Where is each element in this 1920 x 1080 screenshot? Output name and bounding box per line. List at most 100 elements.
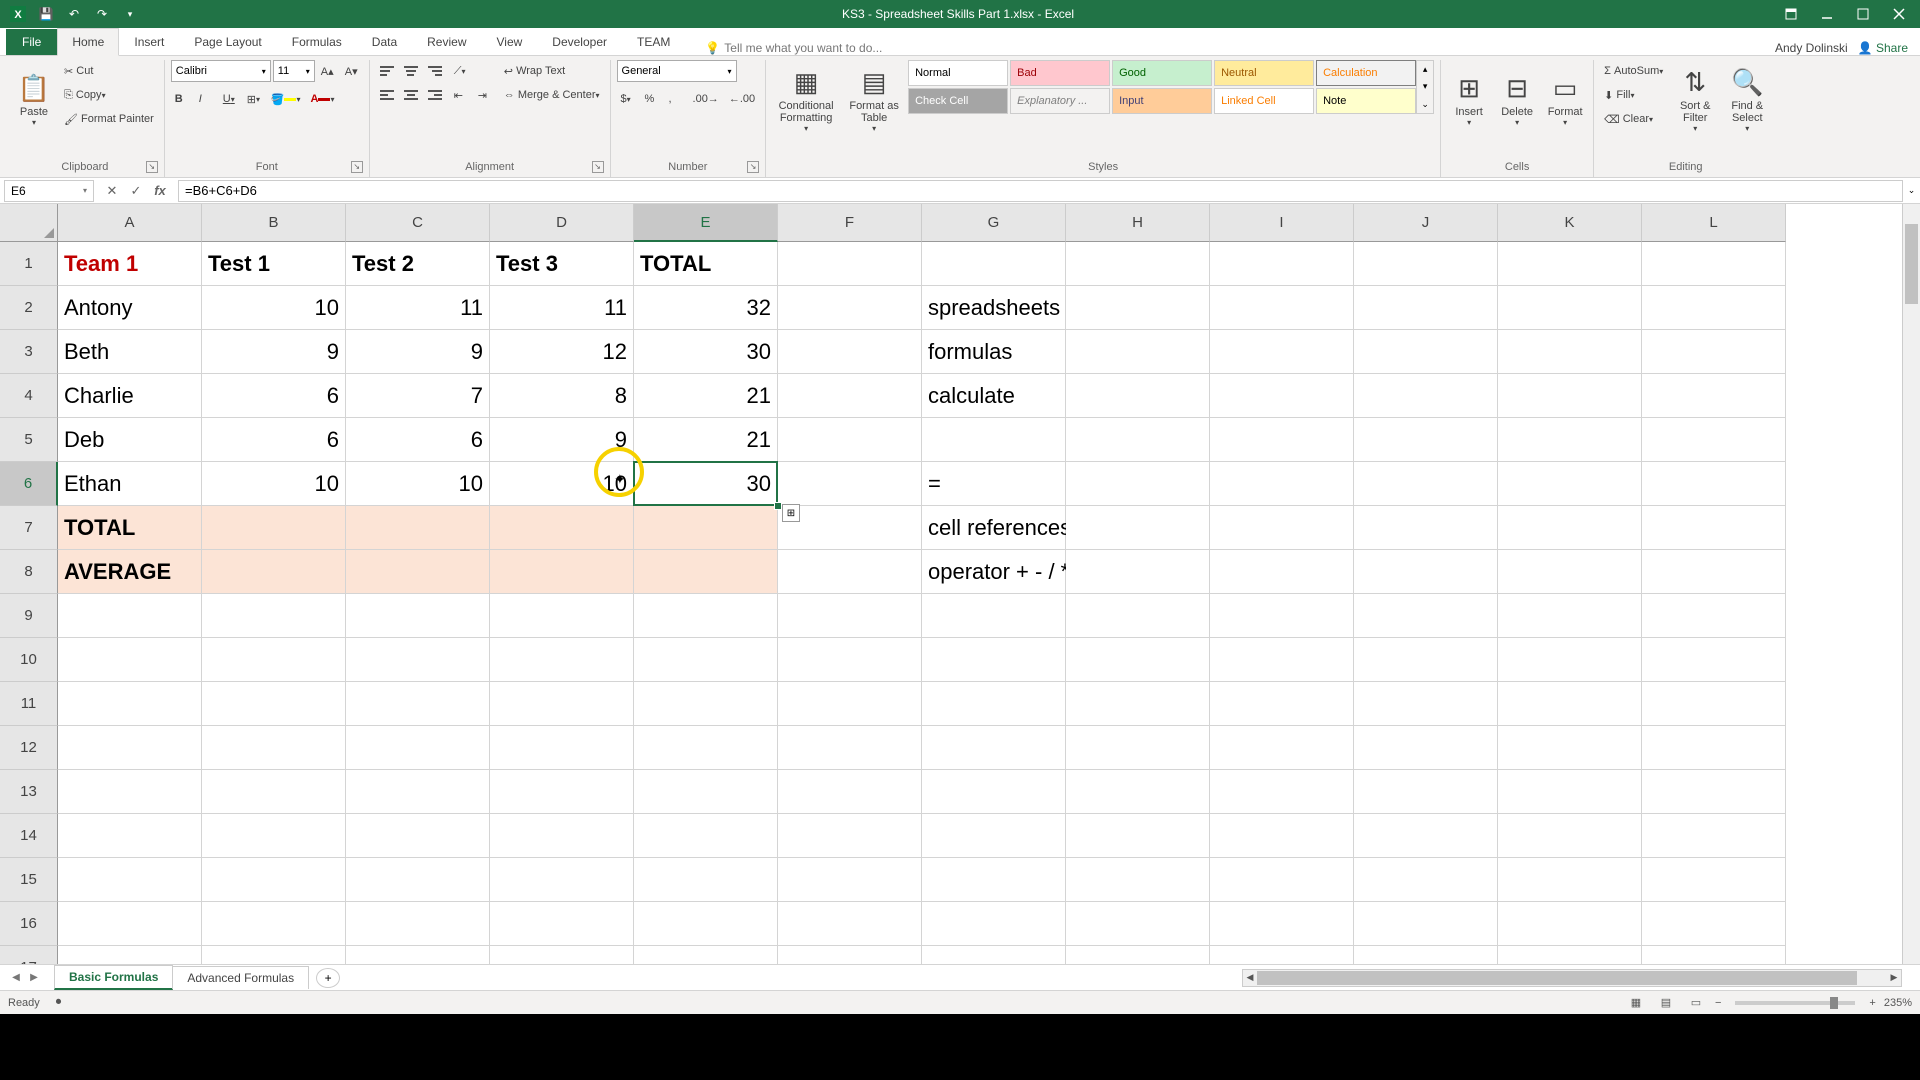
sort-filter-button[interactable]: ⇅Sort & Filter▾ xyxy=(1671,60,1719,140)
spreadsheet-grid[interactable]: ABCDEFGHIJKL 1234567891011121314151617 T… xyxy=(0,204,1920,964)
cell-K10[interactable] xyxy=(1498,638,1642,682)
tab-developer[interactable]: Developer xyxy=(537,28,622,55)
cell-G11[interactable] xyxy=(922,682,1066,726)
cell-E15[interactable] xyxy=(634,858,778,902)
cell-H15[interactable] xyxy=(1066,858,1210,902)
row-header-1[interactable]: 1 xyxy=(0,242,58,286)
cell-B4[interactable]: 6 xyxy=(202,374,346,418)
ribbon-display-icon[interactable] xyxy=(1774,3,1808,25)
tab-team[interactable]: TEAM xyxy=(622,28,685,55)
minimize-icon[interactable] xyxy=(1810,3,1844,25)
cell-E3[interactable]: 30 xyxy=(634,330,778,374)
cell-F6[interactable] xyxy=(778,462,922,506)
cell-A3[interactable]: Beth xyxy=(58,330,202,374)
decrease-decimal-icon[interactable]: ←.00 xyxy=(725,88,759,110)
cell-F8[interactable] xyxy=(778,550,922,594)
cell-B5[interactable]: 6 xyxy=(202,418,346,462)
cell-F13[interactable] xyxy=(778,770,922,814)
paste-button[interactable]: 📋Paste▾ xyxy=(12,60,56,140)
cell-H8[interactable] xyxy=(1066,550,1210,594)
cell-B6[interactable]: 10 xyxy=(202,462,346,506)
cell-G2[interactable]: spreadsheets xyxy=(922,286,1066,330)
cell-G17[interactable] xyxy=(922,946,1066,964)
col-header-A[interactable]: A xyxy=(58,204,202,242)
cell-C10[interactable] xyxy=(346,638,490,682)
cell-K4[interactable] xyxy=(1498,374,1642,418)
insert-function-icon[interactable]: fx xyxy=(148,180,172,202)
cell-B8[interactable] xyxy=(202,550,346,594)
style-check-cell[interactable]: Check Cell xyxy=(908,88,1008,114)
autofill-options-icon[interactable]: ⊞ xyxy=(782,504,800,522)
row-header-2[interactable]: 2 xyxy=(0,286,58,330)
page-layout-view-icon[interactable]: ▤ xyxy=(1655,994,1677,1012)
style-calculation[interactable]: Calculation xyxy=(1316,60,1416,86)
cell-G14[interactable] xyxy=(922,814,1066,858)
cell-E16[interactable] xyxy=(634,902,778,946)
sheet-nav-next-icon[interactable]: ▶ xyxy=(26,970,42,986)
copy-button[interactable]: ⎘ Copy ▾ xyxy=(60,84,158,106)
cell-D10[interactable] xyxy=(490,638,634,682)
cell-F4[interactable] xyxy=(778,374,922,418)
align-bottom-icon[interactable] xyxy=(424,60,446,82)
cell-D17[interactable] xyxy=(490,946,634,964)
cell-I1[interactable] xyxy=(1210,242,1354,286)
conditional-formatting-button[interactable]: ▦Conditional Formatting▾ xyxy=(772,60,840,140)
style-neutral[interactable]: Neutral xyxy=(1214,60,1314,86)
cell-E14[interactable] xyxy=(634,814,778,858)
cell-L10[interactable] xyxy=(1642,638,1786,682)
row-header-4[interactable]: 4 xyxy=(0,374,58,418)
format-as-table-button[interactable]: ▤Format as Table▾ xyxy=(844,60,904,140)
cell-I8[interactable] xyxy=(1210,550,1354,594)
underline-button[interactable]: U ▾ xyxy=(219,88,241,110)
cell-K16[interactable] xyxy=(1498,902,1642,946)
col-header-D[interactable]: D xyxy=(490,204,634,242)
cell-F11[interactable] xyxy=(778,682,922,726)
cell-F16[interactable] xyxy=(778,902,922,946)
cell-D2[interactable]: 11 xyxy=(490,286,634,330)
tab-page-layout[interactable]: Page Layout xyxy=(179,28,276,55)
cell-J4[interactable] xyxy=(1354,374,1498,418)
cell-B2[interactable]: 10 xyxy=(202,286,346,330)
cell-G6[interactable]: = xyxy=(922,462,1066,506)
accounting-format-icon[interactable]: $ ▾ xyxy=(617,88,639,110)
cell-H1[interactable] xyxy=(1066,242,1210,286)
row-header-14[interactable]: 14 xyxy=(0,814,58,858)
cell-I6[interactable] xyxy=(1210,462,1354,506)
cell-F15[interactable] xyxy=(778,858,922,902)
vertical-scrollbar[interactable] xyxy=(1902,204,1920,964)
cell-J14[interactable] xyxy=(1354,814,1498,858)
cell-E9[interactable] xyxy=(634,594,778,638)
sheet-tab-basic-formulas[interactable]: Basic Formulas xyxy=(54,965,173,990)
row-header-5[interactable]: 5 xyxy=(0,418,58,462)
cell-E8[interactable] xyxy=(634,550,778,594)
col-header-F[interactable]: F xyxy=(778,204,922,242)
cell-L8[interactable] xyxy=(1642,550,1786,594)
cell-E5[interactable]: 21 xyxy=(634,418,778,462)
col-header-J[interactable]: J xyxy=(1354,204,1498,242)
cell-G16[interactable] xyxy=(922,902,1066,946)
cell-J13[interactable] xyxy=(1354,770,1498,814)
cell-J8[interactable] xyxy=(1354,550,1498,594)
cell-D9[interactable] xyxy=(490,594,634,638)
cell-I11[interactable] xyxy=(1210,682,1354,726)
row-header-13[interactable]: 13 xyxy=(0,770,58,814)
cell-C5[interactable]: 6 xyxy=(346,418,490,462)
cell-D11[interactable] xyxy=(490,682,634,726)
cell-I17[interactable] xyxy=(1210,946,1354,964)
cell-K12[interactable] xyxy=(1498,726,1642,770)
cell-F2[interactable] xyxy=(778,286,922,330)
select-all-button[interactable] xyxy=(0,204,58,242)
cell-J1[interactable] xyxy=(1354,242,1498,286)
cell-H10[interactable] xyxy=(1066,638,1210,682)
cell-L11[interactable] xyxy=(1642,682,1786,726)
cell-L7[interactable] xyxy=(1642,506,1786,550)
qat-customize-icon[interactable]: ▾ xyxy=(118,3,142,25)
cell-G13[interactable] xyxy=(922,770,1066,814)
cell-L16[interactable] xyxy=(1642,902,1786,946)
file-tab[interactable]: File xyxy=(6,29,57,55)
cell-K14[interactable] xyxy=(1498,814,1642,858)
row-header-16[interactable]: 16 xyxy=(0,902,58,946)
cell-E7[interactable] xyxy=(634,506,778,550)
alignment-dialog-icon[interactable]: ↘ xyxy=(592,161,604,173)
cell-F10[interactable] xyxy=(778,638,922,682)
